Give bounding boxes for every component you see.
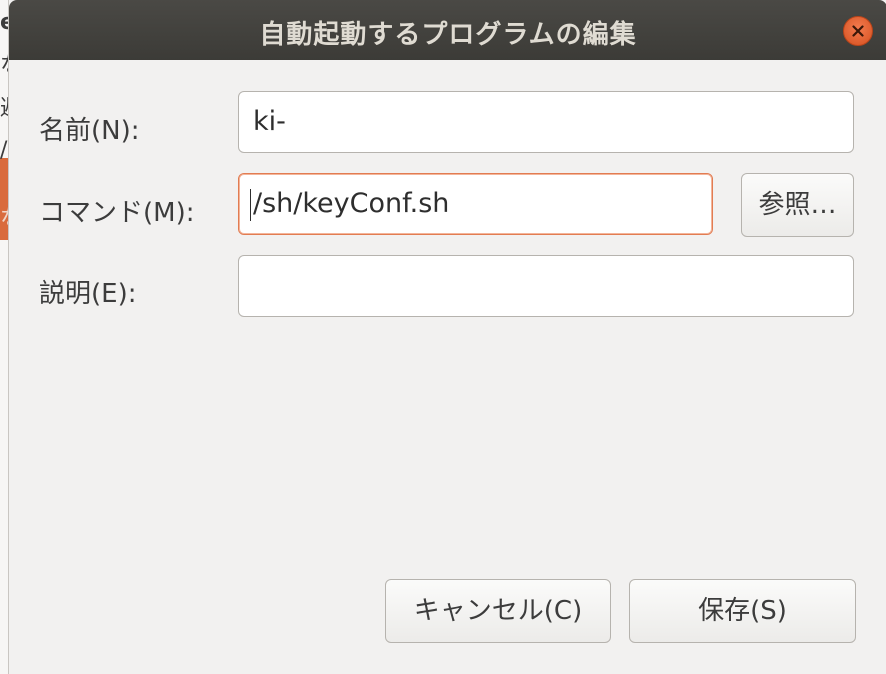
name-label: 名前(N): <box>39 116 140 146</box>
save-button[interactable]: 保存(S) <box>629 579 856 643</box>
browse-button-label: 参照… <box>758 190 837 220</box>
command-field[interactable]: /sh/keyConf.sh <box>238 173 713 235</box>
cancel-button-label: キャンセル(C) <box>413 596 583 626</box>
titlebar: 自動起動するプログラムの編集 <box>9 0 886 60</box>
comment-label: 説明(E): <box>39 279 137 309</box>
name-value: ki- <box>253 106 286 137</box>
command-value: /sh/keyConf.sh <box>253 188 450 219</box>
command-label: コマンド(M): <box>39 198 195 228</box>
comment-field[interactable] <box>238 255 854 317</box>
background-text: / <box>0 138 8 163</box>
name-field[interactable]: ki- <box>238 91 854 153</box>
save-button-label: 保存(S) <box>698 596 787 626</box>
close-icon <box>852 25 864 37</box>
dialog-title: 自動起動するプログラムの編集 <box>259 20 637 50</box>
close-button[interactable] <box>843 16 873 46</box>
browse-button[interactable]: 参照… <box>741 173 854 237</box>
edit-startup-program-dialog: 自動起動するプログラムの編集 名前(N): ki- コマンド(M): /sh/k… <box>8 0 886 674</box>
text-cursor <box>250 188 251 221</box>
cancel-button[interactable]: キャンセル(C) <box>385 579 611 643</box>
